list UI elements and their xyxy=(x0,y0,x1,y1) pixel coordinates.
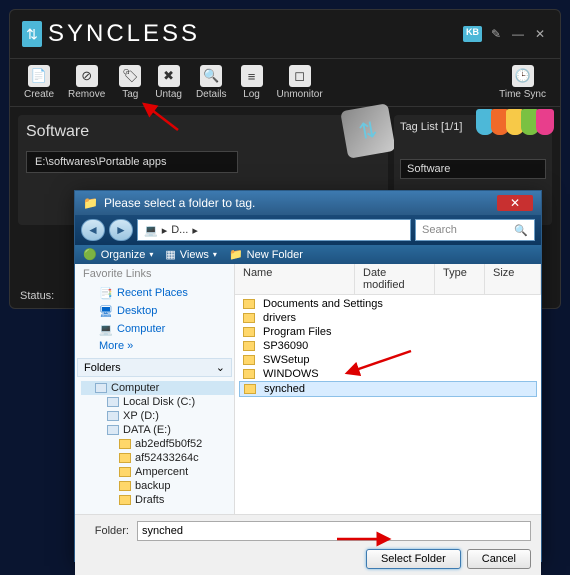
tree-item[interactable]: DATA (E:) xyxy=(81,423,234,437)
tag-button[interactable]: 🏷Tag xyxy=(113,63,147,102)
col-type[interactable]: Type xyxy=(435,264,485,294)
dialog-toolbar: 🟢 Organize ▦ Views 📁 New Folder xyxy=(75,245,541,264)
unmonitor-button[interactable]: ◻Unmonitor xyxy=(271,63,329,102)
folders-header[interactable]: Folders⌄ xyxy=(77,358,232,377)
chevron-down-icon: ⌄ xyxy=(216,361,225,374)
folder-tree: Computer Local Disk (C:) XP (D:) DATA (E… xyxy=(75,381,234,507)
address-input[interactable]: 💻▸D...▸ xyxy=(137,219,411,241)
minimize-icon[interactable]: — xyxy=(510,26,526,42)
status-label: Status: xyxy=(20,290,54,302)
tree-item[interactable]: Drafts xyxy=(81,493,234,507)
file-list: Documents and Settings drivers Program F… xyxy=(235,295,541,399)
cancel-button[interactable]: Cancel xyxy=(467,549,531,569)
list-item[interactable]: drivers xyxy=(239,311,537,325)
column-headers[interactable]: Name Date modified Type Size xyxy=(235,264,541,295)
col-date[interactable]: Date modified xyxy=(355,264,435,294)
details-button[interactable]: 🔍Details xyxy=(190,63,233,102)
dialog-titlebar: 📁 Please select a folder to tag. ✕ xyxy=(75,191,541,215)
folder-field-label: Folder: xyxy=(85,525,129,537)
folder-icon: 📁 xyxy=(83,196,98,210)
address-bar: ◄ ► 💻▸D...▸ Search🔍 xyxy=(75,215,541,245)
list-item[interactable]: Program Files xyxy=(239,325,537,339)
list-item[interactable]: SWSetup xyxy=(239,353,537,367)
col-name[interactable]: Name xyxy=(235,264,355,294)
list-item[interactable]: WINDOWS xyxy=(239,367,537,381)
titlebar: ⇅ SYNCLESS KB ✎ — ✕ xyxy=(10,10,560,58)
tree-item[interactable]: backup xyxy=(81,479,234,493)
sync-icon: ⇅ xyxy=(340,103,396,159)
dialog-close-button[interactable]: ✕ xyxy=(497,195,533,211)
tree-item[interactable]: ab2edf5b0f52 xyxy=(81,437,234,451)
tree-computer[interactable]: Computer xyxy=(81,381,234,395)
settings-icon[interactable]: ✎ xyxy=(488,26,504,42)
col-size[interactable]: Size xyxy=(485,264,541,294)
tree-item[interactable]: XP (D:) xyxy=(81,409,234,423)
fav-recent[interactable]: 📑Recent Places xyxy=(75,284,234,302)
list-item[interactable]: Documents and Settings xyxy=(239,297,537,311)
views-menu[interactable]: ▦ Views xyxy=(165,248,217,261)
untag-button[interactable]: ✖Untag xyxy=(149,63,188,102)
remove-button[interactable]: ⊘Remove xyxy=(62,63,111,102)
dialog-title: Please select a folder to tag. xyxy=(104,196,255,210)
tree-item[interactable]: Local Disk (C:) xyxy=(81,395,234,409)
logo-icon: ⇅ xyxy=(22,21,42,47)
select-folder-button[interactable]: Select Folder xyxy=(366,549,461,569)
search-input[interactable]: Search🔍 xyxy=(415,219,535,241)
close-icon[interactable]: ✕ xyxy=(532,26,548,42)
timesync-button[interactable]: 🕒Time Sync xyxy=(493,63,552,102)
favorites-heading: Favorite Links xyxy=(75,264,234,284)
decor-tags-icon xyxy=(479,109,554,135)
nav-pane: Favorite Links 📑Recent Places 🖥Desktop 💻… xyxy=(75,264,235,514)
file-pane: Name Date modified Type Size Documents a… xyxy=(235,264,541,514)
path-box[interactable]: E:\softwares\Portable apps xyxy=(26,151,238,173)
toolbar: 📄Create ⊘Remove 🏷Tag ✖Untag 🔍Details ≡Lo… xyxy=(10,58,560,107)
create-button[interactable]: 📄Create xyxy=(18,63,60,102)
list-item-selected[interactable]: synched xyxy=(239,381,537,397)
taglist-item[interactable]: Software xyxy=(400,159,546,179)
kb-badge[interactable]: KB xyxy=(463,26,482,42)
back-button[interactable]: ◄ xyxy=(81,219,105,241)
tree-item[interactable]: af52433264c xyxy=(81,451,234,465)
list-item[interactable]: SP36090 xyxy=(239,339,537,353)
fav-desktop[interactable]: 🖥Desktop xyxy=(75,302,234,320)
forward-button[interactable]: ► xyxy=(109,219,133,241)
folder-input[interactable] xyxy=(137,521,531,541)
organize-menu[interactable]: 🟢 Organize xyxy=(83,248,153,261)
newfolder-button[interactable]: 📁 New Folder xyxy=(229,248,307,261)
more-link[interactable]: More » xyxy=(75,338,234,354)
tree-item[interactable]: Ampercent xyxy=(81,465,234,479)
panel-title: Software xyxy=(26,123,380,141)
log-button[interactable]: ≡Log xyxy=(235,63,269,102)
app-name: SYNCLESS xyxy=(48,20,200,48)
fav-computer[interactable]: 💻Computer xyxy=(75,320,234,338)
dialog-footer: Folder: Select Folder Cancel xyxy=(75,514,541,575)
folder-dialog: 📁 Please select a folder to tag. ✕ ◄ ► 💻… xyxy=(74,190,542,562)
